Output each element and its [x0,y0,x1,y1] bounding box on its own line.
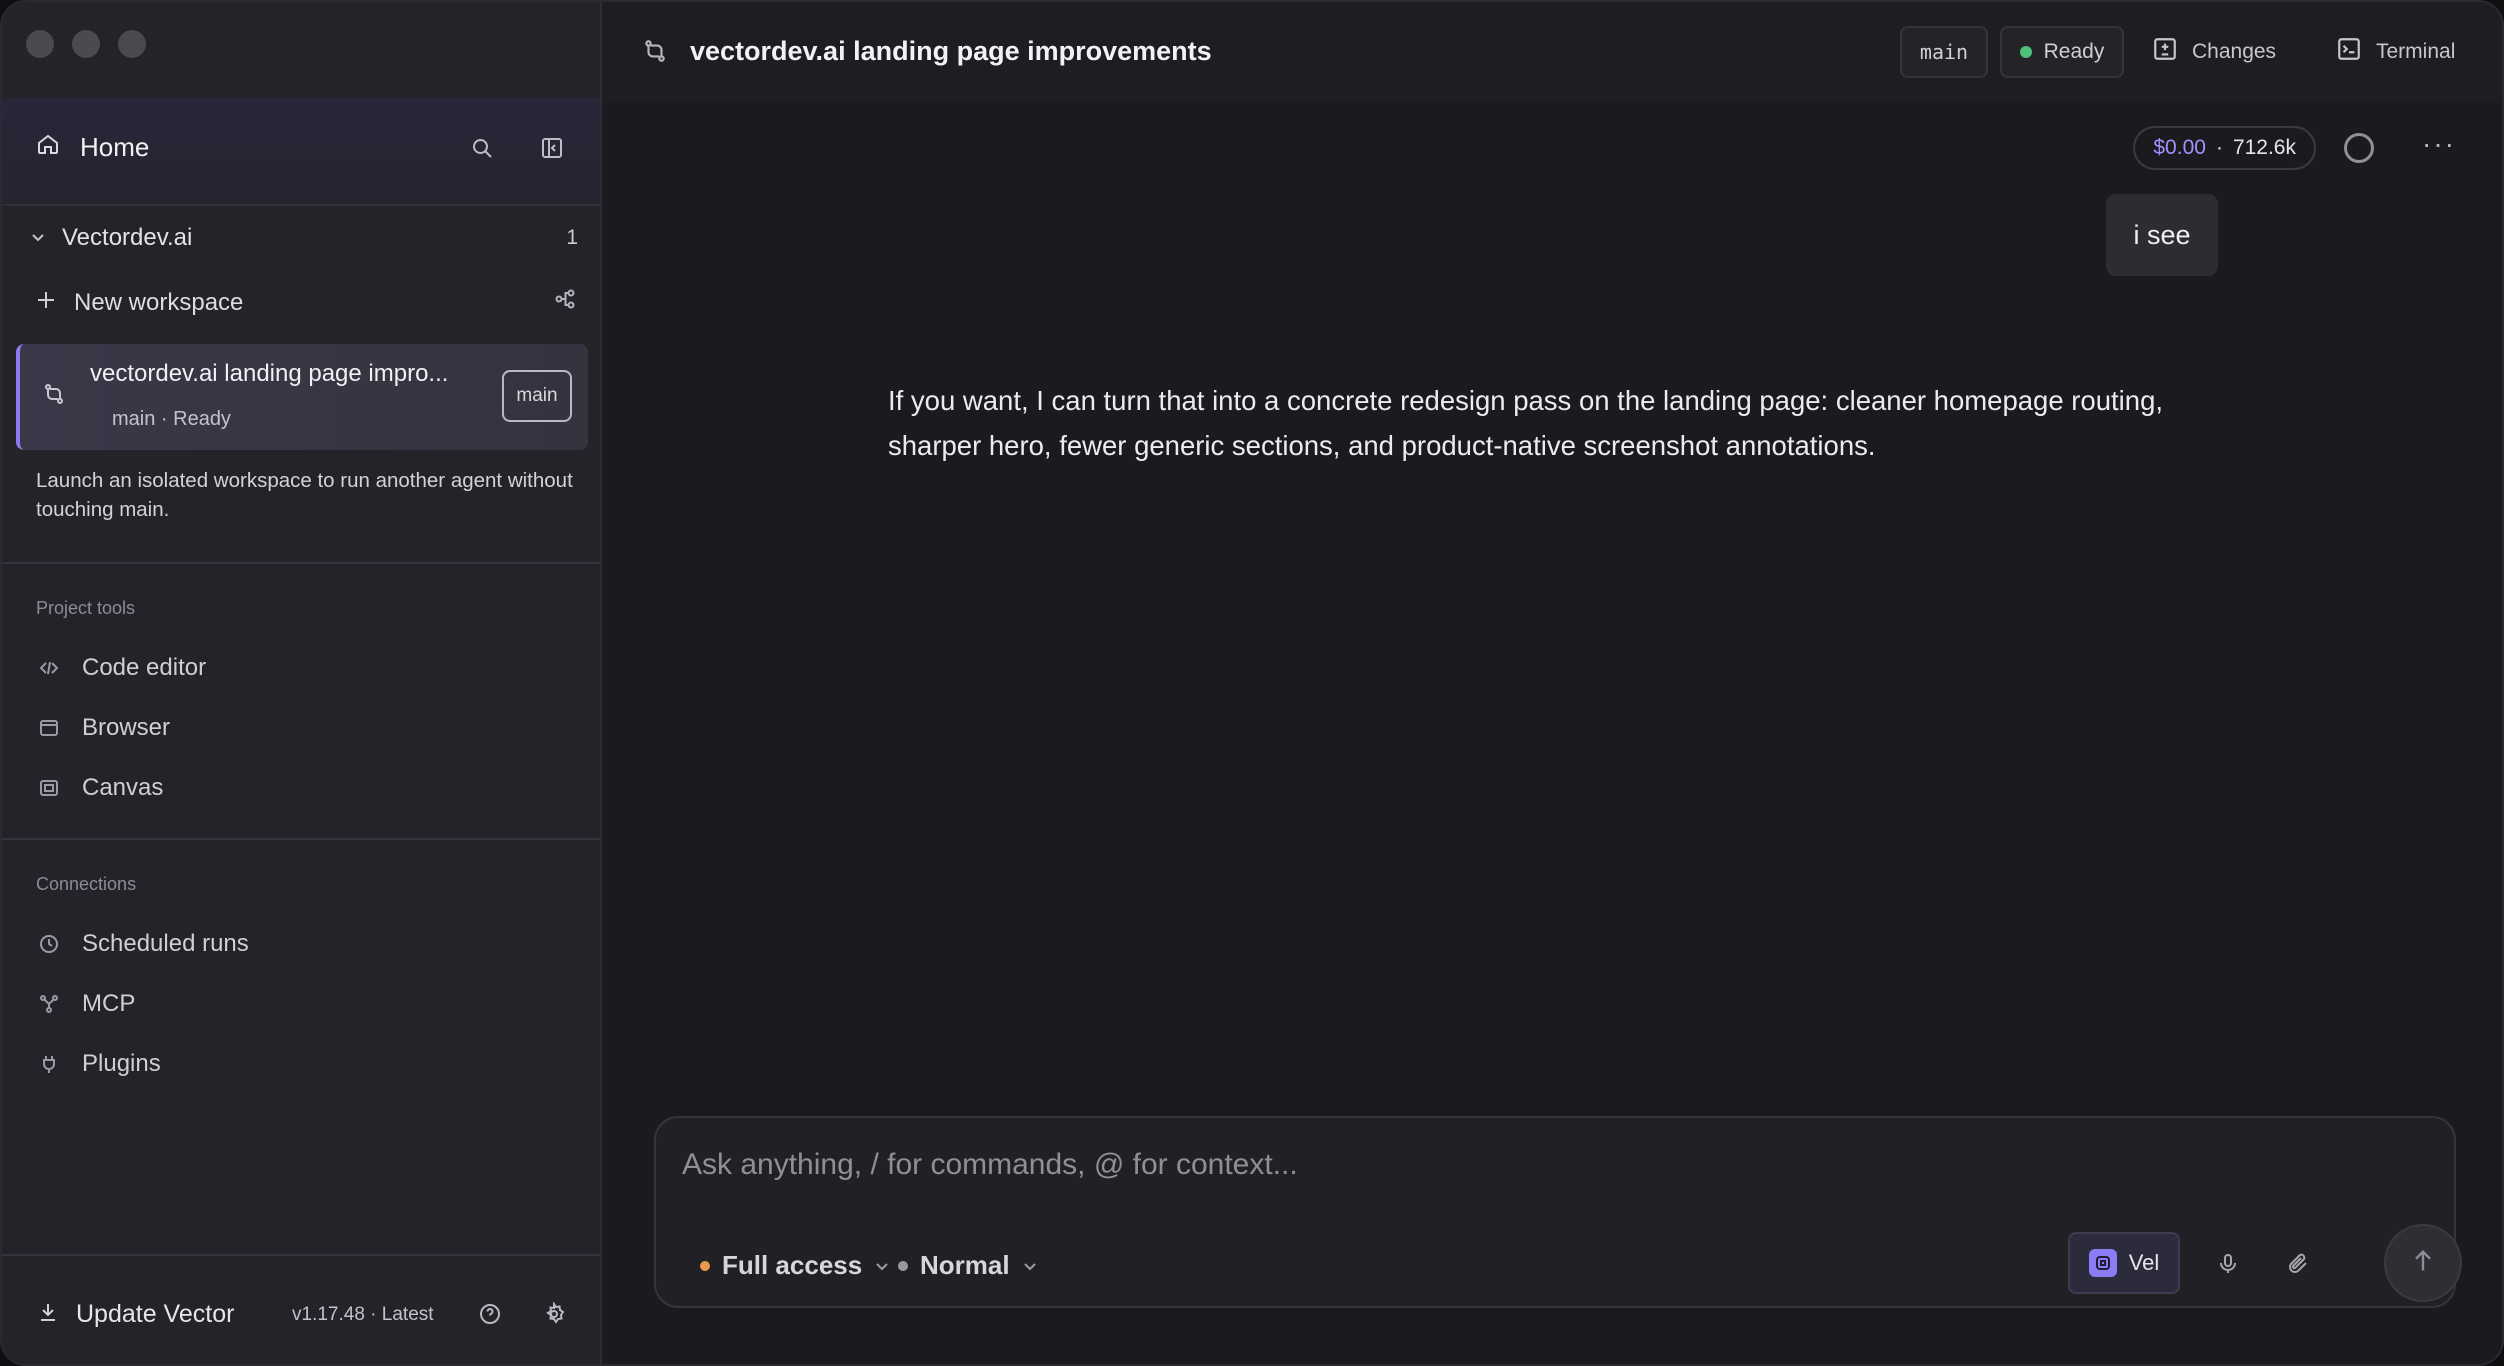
changes-label: Changes [2192,40,2277,63]
branch-graph-icon[interactable] [554,288,576,317]
chevron-down-icon [30,224,46,252]
tool-code-editor[interactable]: Code editor [38,654,206,682]
maximize-window-button[interactable] [118,30,146,58]
terminal-button[interactable]: Terminal [2336,36,2455,68]
sidebar: Home Vectordev.ai 1 New workspace vector… [2,2,602,1364]
new-workspace-label: New workspace [74,288,244,316]
changes-button[interactable]: Changes [2152,36,2276,68]
download-icon [38,1300,58,1329]
sidebar-header: Home [2,98,600,206]
mode-dot [898,1260,908,1271]
connection-plugins[interactable]: Plugins [38,1050,161,1078]
browser-window-icon [38,718,60,738]
help-icon[interactable] [478,1302,502,1331]
send-button[interactable] [2384,1224,2462,1302]
prompt-input[interactable] [682,1148,2382,1182]
context-ring-icon[interactable] [2344,133,2374,163]
workspace-title: vectordev.ai landing page improvements [690,36,1212,66]
branch-badge[interactable]: main [502,370,572,422]
access-selector[interactable]: Full access [700,1250,890,1281]
tool-browser[interactable]: Browser [38,714,170,742]
model-icon [2088,1249,2117,1277]
tool-label: Canvas [82,774,164,801]
divider [2,838,600,840]
model-selector[interactable]: Vel [2068,1232,2180,1294]
app-window: Home Vectordev.ai 1 New workspace vector… [0,0,2504,1366]
sidebar-footer: Update Vector v1.17.48 · Latest [2,1254,600,1364]
connection-label: Scheduled runs [82,930,249,957]
status-pill[interactable]: Ready [2000,26,2124,78]
workspace-hint: Launch an isolated workspace to run anot… [36,469,573,521]
divider [2,562,600,564]
microphone-icon[interactable] [2216,1252,2240,1281]
home-icon [36,132,60,163]
paperclip-icon[interactable] [2286,1252,2310,1281]
minimize-window-button[interactable] [72,30,100,58]
changes-icon [2152,36,2178,68]
new-workspace-button[interactable]: New workspace [36,288,576,317]
connection-label: MCP [82,990,136,1017]
model-label: Vel [2128,1250,2160,1275]
project-group[interactable]: Vectordev.ai 1 [30,224,578,252]
connections-heading: Connections [36,874,137,894]
assistant-message: If you want, I can turn that into a conc… [888,385,2164,461]
user-message: i see [2106,194,2218,276]
branch-pill[interactable]: main [1900,26,1988,78]
tool-canvas[interactable]: Canvas [38,774,163,802]
update-label: Update Vector [76,1300,235,1328]
settings-gear-icon[interactable] [542,1300,566,1331]
workspace-title: vectordev.ai landing page impro... [90,360,449,387]
collapse-sidebar-icon[interactable] [540,136,564,165]
composer: Full access Normal Vel [654,1116,2462,1308]
search-icon[interactable] [470,136,494,165]
connection-scheduled-runs[interactable]: Scheduled runs [38,930,249,958]
workspace-item-active[interactable]: vectordev.ai landing page impro... main … [16,344,588,450]
canvas-icon [38,778,60,798]
chevron-down-icon [874,1250,890,1281]
home-nav-item[interactable]: Home [36,132,149,163]
tool-label: Browser [82,714,171,741]
usage-separator: · [2215,136,2223,159]
chevron-down-icon [1022,1250,1038,1281]
home-label: Home [80,132,150,162]
project-name: Vectordev.ai [62,224,193,251]
main-panel: vectordev.ai landing page improvements m… [602,2,2502,1364]
status-dot [2019,46,2032,58]
tool-label: Code editor [82,654,207,681]
top-bar: vectordev.ai landing page improvements m… [602,2,2502,102]
plug-icon [38,1054,60,1074]
workspace-subtitle: main · Ready [112,408,231,430]
git-branch-icon [642,38,668,69]
access-dot [700,1260,710,1271]
close-window-button[interactable] [26,30,54,58]
update-button[interactable]: Update Vector [38,1300,234,1329]
workspace-count: 1 [566,226,578,249]
code-icon [38,658,60,678]
plus-icon [36,289,56,317]
terminal-label: Terminal [2376,40,2456,63]
access-label: Full access [722,1250,863,1280]
connection-label: Plugins [82,1050,161,1077]
version-label: v1.17.48 · Latest [292,1304,434,1325]
status-label: Ready [2043,40,2105,63]
connection-mcp[interactable]: MCP [38,990,135,1018]
arrow-up-icon [2409,1247,2437,1280]
token-count: 712.6k [2232,136,2296,159]
usage-pill[interactable]: $0.00 · 712.6k [2133,126,2316,170]
window-controls [26,30,146,58]
project-tools-heading: Project tools [36,598,136,618]
clock-icon [38,934,60,954]
git-branch-icon [42,382,66,411]
terminal-icon [2336,36,2362,68]
mode-label: Normal [920,1250,1010,1280]
mcp-network-icon [38,994,60,1014]
mode-selector[interactable]: Normal [898,1250,1038,1281]
more-options-icon[interactable]: ··· [2422,128,2456,160]
cost-value: $0.00 [2153,136,2206,159]
